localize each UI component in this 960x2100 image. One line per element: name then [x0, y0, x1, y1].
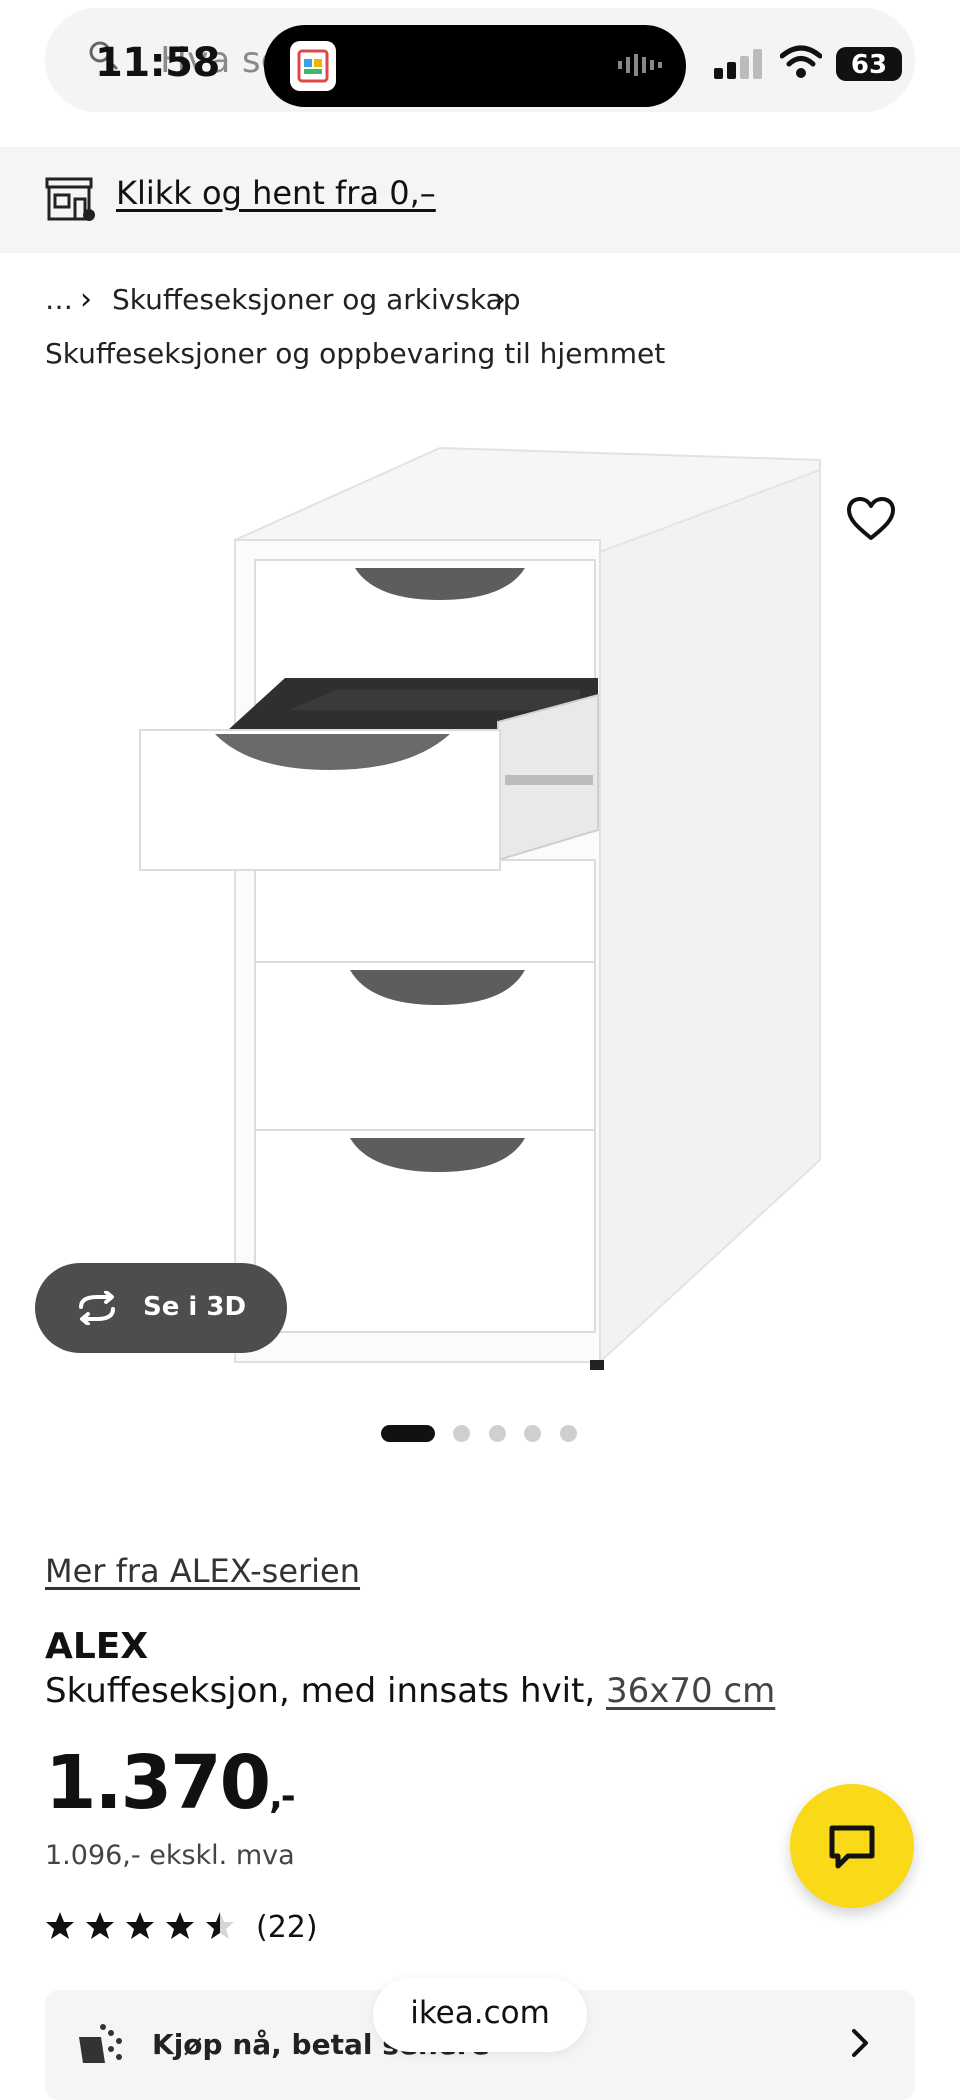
payment-icon	[79, 2024, 122, 2063]
signal-icon	[714, 49, 762, 79]
chat-icon	[829, 1825, 875, 1869]
app-icon	[290, 41, 336, 91]
gallery-dot[interactable]	[560, 1425, 577, 1442]
star-icon	[166, 1912, 194, 1939]
heart-icon[interactable]	[846, 496, 896, 542]
price-value: 1.370	[45, 1740, 271, 1826]
gallery-dot[interactable]	[453, 1425, 470, 1442]
half-star-icon	[206, 1912, 234, 1939]
audio-wave-icon	[618, 54, 662, 76]
battery-level: 63	[850, 50, 888, 80]
rotate-3d-icon	[79, 1291, 115, 1325]
product-image[interactable]	[120, 440, 840, 1380]
url-text: ikea.com	[410, 1995, 550, 2031]
store-icon	[45, 177, 95, 221]
review-count[interactable]: (22)	[256, 1910, 318, 1945]
breadcrumb-ellipsis[interactable]: …	[45, 283, 73, 316]
chevron-right-icon: ›	[494, 282, 506, 317]
gallery-dot[interactable]	[489, 1425, 506, 1442]
star-icon	[86, 1912, 114, 1939]
chevron-right-icon: ›	[80, 282, 92, 317]
product-description-text: Skuffeseksjon, med innsats hvit,	[45, 1671, 606, 1711]
breadcrumb-item-home-storage[interactable]: Skuffeseksjoner og oppbevaring til hjemm…	[45, 337, 665, 370]
view-in-3d-label: Se i 3D	[143, 1292, 247, 1322]
price-excl-vat: 1.096,- ekskl. mva	[45, 1840, 295, 1871]
wifi-icon	[780, 45, 822, 78]
series-link[interactable]: Mer fra ALEX-serien	[45, 1552, 360, 1590]
star-icon	[46, 1912, 74, 1939]
price-suffix: ,-	[269, 1776, 296, 1817]
click-and-collect-link[interactable]: Klikk og hent fra 0,–	[116, 174, 436, 212]
size-link[interactable]: 36x70 cm	[606, 1671, 775, 1711]
breadcrumb-item-drawers-archives[interactable]: Skuffeseksjoner og arkivskap	[112, 283, 521, 316]
gallery-dot[interactable]	[524, 1425, 541, 1442]
product-description: Skuffeseksjon, med innsats hvit, 36x70 c…	[45, 1671, 775, 1711]
product-price: 1.370,-	[45, 1740, 296, 1826]
rating-stars[interactable]	[45, 1905, 245, 1945]
star-icon	[126, 1912, 154, 1939]
product-name: ALEX	[45, 1626, 149, 1667]
gallery-dot-active[interactable]	[381, 1425, 435, 1442]
status-time: 11:58	[95, 40, 220, 86]
chevron-right-icon	[852, 2029, 868, 2057]
